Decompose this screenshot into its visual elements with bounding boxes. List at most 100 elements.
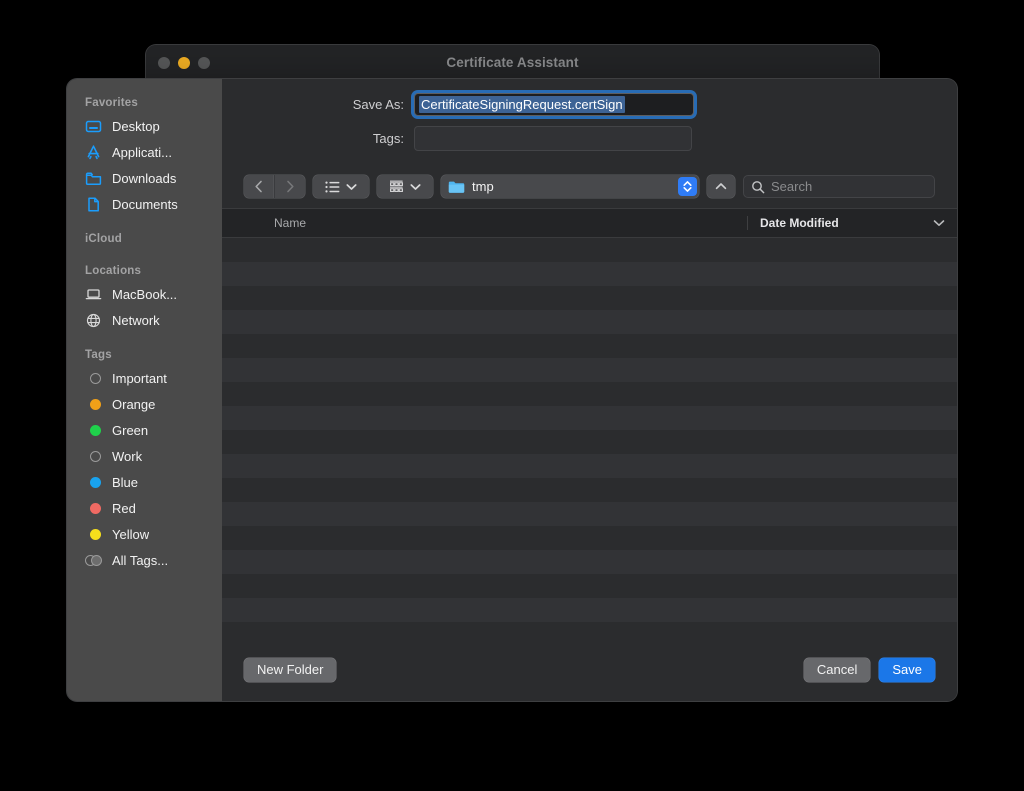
table-row[interactable] [222,502,957,526]
new-folder-button[interactable]: New Folder [244,657,337,682]
tag-swatch-icon [85,396,102,413]
navigation-buttons [244,175,305,198]
sidebar-item-label: Blue [112,474,139,490]
icon-view-icon [390,180,403,192]
tags-input[interactable] [414,126,692,151]
chevron-down-icon [346,183,357,190]
save-dialog: Favorites Desktop Applicati... Downloads [67,79,957,701]
tag-swatch-icon [85,526,102,543]
dialog-content: Save As: CertificateSigningRequest.certS… [222,79,957,701]
go-up-button[interactable] [707,175,735,198]
sidebar-item-applications[interactable]: Applicati... [67,139,222,165]
sidebar-item-all-tags[interactable]: All Tags... [67,547,222,573]
sidebar-item-tag-work[interactable]: Work [67,443,222,469]
tags-label: Tags: [372,131,404,146]
save-as-field-wrap: CertificateSigningRequest.certSign [414,93,694,116]
column-header-name[interactable]: Name [222,216,747,230]
screen: Certificate Assistant Favorites Desktop … [0,0,1024,791]
background-window-titlebar: Certificate Assistant [146,45,879,80]
sidebar-item-label: Yellow [112,526,150,542]
sidebar-section-tags-header: Tags [85,349,112,361]
sidebar-item-tag-important[interactable]: Important [67,365,222,391]
sidebar-item-label: Downloads [112,170,177,186]
sidebar-item-tag-yellow[interactable]: Yellow [67,521,222,547]
sidebar-divider-2 [67,249,222,259]
table-row[interactable] [222,238,957,262]
save-as-input[interactable]: CertificateSigningRequest.certSign [414,93,694,116]
table-row[interactable] [222,382,957,406]
search-icon [752,180,765,193]
table-row[interactable] [222,310,957,334]
back-button[interactable] [244,175,274,198]
table-row[interactable] [222,358,957,382]
table-row[interactable] [222,262,957,286]
chevron-right-icon [287,180,294,193]
save-button[interactable]: Save [879,657,935,682]
path-label: tmp [472,179,494,194]
tags-row: Tags: [222,126,957,151]
sidebar-item-macbook[interactable]: MacBook... [67,281,222,307]
save-form: Save As: CertificateSigningRequest.certS… [222,79,957,171]
tag-swatch-icon [85,422,102,439]
sidebar-item-label: All Tags... [112,552,169,568]
sidebar-item-label: Important [112,370,167,386]
list-view-icon [325,181,340,192]
chevron-down-icon [410,183,421,190]
chevron-left-icon [255,180,262,193]
sidebar-item-documents[interactable]: Documents [67,191,222,217]
sidebar-item-desktop[interactable]: Desktop [67,113,222,139]
path-stepper-icon[interactable] [678,177,697,196]
sidebar-item-tag-red[interactable]: Red [67,495,222,521]
sidebar-item-downloads[interactable]: Downloads [67,165,222,191]
sidebar-item-tag-orange[interactable]: Orange [67,391,222,417]
sidebar-section-locations-header: Locations [85,265,142,277]
column-header-date-modified[interactable]: Date Modified [747,216,957,230]
table-row[interactable] [222,550,957,574]
table-row[interactable] [222,574,957,598]
sidebar-section-icloud-header: iCloud [85,233,122,245]
dialog-footer: New Folder Cancel Save [222,638,957,701]
chevron-down-icon [933,220,945,226]
tag-swatch-icon [85,370,102,387]
table-row[interactable] [222,334,957,358]
sidebar-item-tag-blue[interactable]: Blue [67,469,222,495]
list-view-button[interactable] [313,175,369,198]
file-list-header: Name Date Modified [222,208,957,238]
path-popup-button[interactable]: tmp [441,175,699,198]
save-as-value: CertificateSigningRequest.certSign [419,96,625,113]
sidebar-item-label: MacBook... [112,286,178,302]
tag-swatch-icon [85,474,102,491]
search-field[interactable]: Search [743,175,935,198]
table-row[interactable] [222,286,957,310]
cancel-button[interactable]: Cancel [803,657,871,682]
sidebar-item-label: Applicati... [112,144,172,160]
file-browser-toolbar: tmp Search [222,171,957,208]
table-row[interactable] [222,406,957,430]
save-as-label: Save As: [352,97,404,112]
table-row[interactable] [222,598,957,622]
folder-icon [448,181,465,193]
globe-icon [85,312,102,329]
sidebar-divider-1 [67,217,222,227]
sidebar-item-network[interactable]: Network [67,307,222,333]
sidebar-item-tag-green[interactable]: Green [67,417,222,443]
sidebar-item-label: Work [112,448,143,464]
sidebar-divider-3 [67,333,222,343]
sidebar-item-label: Orange [112,396,156,412]
save-as-row: Save As: CertificateSigningRequest.certS… [222,93,957,116]
applications-icon [85,144,102,161]
sidebar-item-label: Network [112,312,160,328]
chevron-up-icon [715,183,727,190]
tag-swatch-icon [85,448,102,465]
table-row[interactable] [222,526,957,550]
sidebar-item-label: Desktop [112,118,160,134]
folder-icon [85,170,102,187]
laptop-icon [85,286,102,303]
file-list[interactable] [222,238,957,638]
table-row[interactable] [222,454,957,478]
table-row[interactable] [222,430,957,454]
forward-button[interactable] [274,175,305,198]
icon-view-button[interactable] [377,175,433,198]
table-row[interactable] [222,478,957,502]
sidebar-section-favorites-header: Favorites [85,97,138,109]
